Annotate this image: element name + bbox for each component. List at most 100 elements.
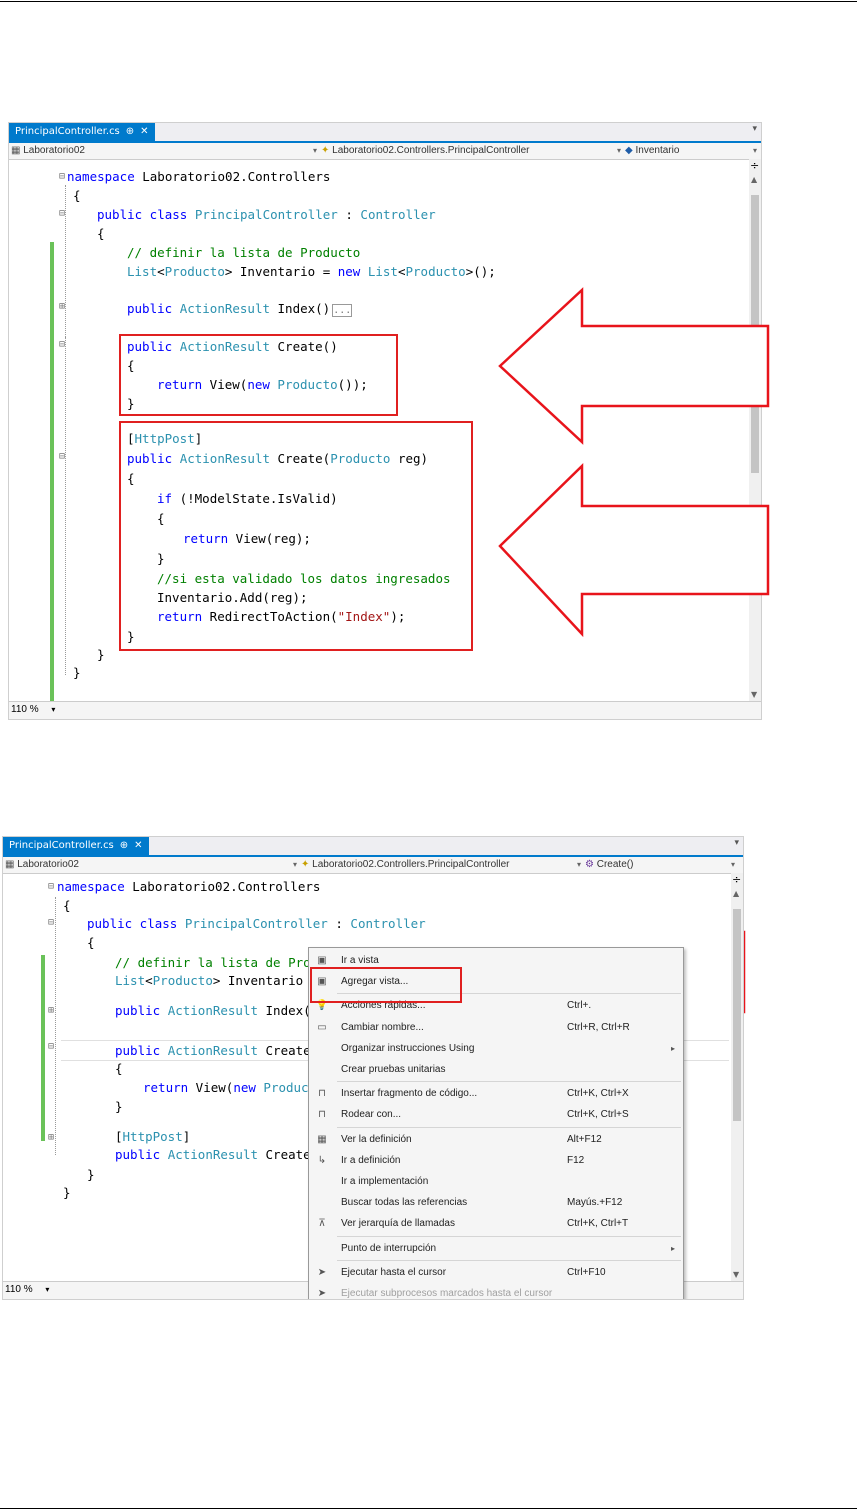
change-bar: [41, 955, 45, 1141]
goto-def-icon: ↳: [317, 1154, 327, 1166]
context-menu-item[interactable]: ⊓ Insertar fragmento de código... Ctrl+K, …: [309, 1083, 683, 1104]
member-label: Create(): [596, 859, 634, 870]
code-line: }: [115, 1097, 123, 1117]
menu-item-label: Cambiar nombre...: [341, 1021, 424, 1033]
project-label: Laboratorio02: [17, 859, 79, 870]
context-menu-item[interactable]: Ir a implementación: [309, 1171, 683, 1192]
pin-icon[interactable]: ⊕: [120, 840, 128, 851]
code-line: {: [87, 933, 95, 953]
document-tab-strip: PrincipalController.cs ⊕ ✕ ▾: [3, 837, 743, 857]
code-token: // definir la lista de Produ: [115, 955, 326, 970]
surround-icon: ⊓: [318, 1109, 326, 1121]
menu-item-shortcut: Ctrl+.: [567, 1000, 592, 1012]
context-menu-item[interactable]: ↳ Ir a definición F12: [309, 1150, 683, 1171]
menu-item-label: Ir a implementación: [341, 1176, 429, 1187]
code-line: }: [63, 1183, 71, 1203]
editor-screenshot-2: PrincipalController.cs ⊕ ✕ ▾ ▦ Laboratorio…: [2, 836, 744, 1300]
menu-separator: [337, 1235, 681, 1237]
method-icon: ⚙: [585, 859, 594, 870]
menu-separator: [337, 1126, 681, 1128]
context-menu-item[interactable]: Crear pruebas unitarias: [309, 1059, 683, 1080]
chevron-down-icon: ▾: [576, 860, 581, 869]
menu-item-label: Ver la definición: [341, 1133, 412, 1145]
code-token: HttpPost: [122, 1129, 183, 1144]
zoom-level: 110 %: [5, 1284, 33, 1295]
code-token: ActionResult: [167, 1147, 258, 1162]
vertical-scrollbar[interactable]: ÷ ▲ ▼: [731, 873, 743, 1281]
navigation-bar: ▦ Laboratorio02 ▾ ✦ Laboratorio02.Contro…: [3, 857, 743, 874]
menu-item-shortcut: Ctrl+F10: [567, 1266, 606, 1278]
submenu-arrow-icon: ▸: [670, 1243, 675, 1253]
code-line: public class PrincipalController : Contr…: [87, 914, 426, 934]
menu-item-shortcut: F12: [567, 1154, 585, 1166]
code-token: <: [145, 973, 153, 988]
code-line: public ActionResult Create(: [115, 1145, 318, 1165]
code-line: return View(new Producto: [143, 1078, 324, 1098]
code-token: Controller: [350, 916, 426, 931]
menu-item-label: Crear pruebas unitarias: [341, 1064, 446, 1075]
context-menu-item[interactable]: ➤ Ejecutar hasta el cursor Ctrl+F10: [309, 1262, 683, 1283]
code-line: // definir la lista de Produ: [115, 953, 326, 973]
menu-item-shortcut: Ctrl+K, Ctrl+X: [567, 1088, 629, 1100]
collapse-icon[interactable]: ⊟: [48, 881, 54, 892]
code-token: {: [87, 935, 95, 950]
code-token: public: [115, 1147, 161, 1162]
expand-icon[interactable]: ⊞: [48, 1005, 54, 1016]
context-menu-item[interactable]: ⊼ Ver jerarquía de llamadas Ctrl+K, Ctrl+T: [309, 1213, 683, 1234]
class-icon: ✦: [301, 859, 310, 870]
document-tab[interactable]: PrincipalController.cs ⊕ ✕: [3, 837, 149, 855]
code-line: public ActionResult Index(): [115, 1001, 318, 1021]
context-menu-item[interactable]: ▦ Ver la definición Alt+F12: [309, 1129, 683, 1150]
code-token: ActionResult: [167, 1003, 258, 1018]
code-token: {: [63, 898, 71, 913]
code-token: public: [115, 1043, 161, 1058]
code-token: [: [115, 1129, 123, 1144]
context-menu-item[interactable]: Organizar instrucciones Using ▸: [309, 1038, 683, 1059]
chevron-down-icon[interactable]: ▾: [734, 838, 739, 848]
collapse-icon[interactable]: ⊟: [48, 1041, 54, 1052]
scroll-down-icon[interactable]: ▼: [733, 1270, 739, 1279]
class-dropdown[interactable]: ✦ Laboratorio02.Controllers.PrincipalCon…: [301, 857, 581, 873]
menu-item-shortcut: Alt+F12: [567, 1133, 602, 1145]
menu-separator: [337, 1081, 681, 1083]
close-icon[interactable]: ✕: [134, 840, 142, 851]
code-token: ActionResult: [167, 1043, 258, 1058]
context-menu-item[interactable]: ⊓ Rodear con... Ctrl+K, Ctrl+S: [309, 1104, 683, 1125]
code-token: > Inventario =: [212, 973, 319, 988]
code-token: Laboratorio02.Controllers: [124, 879, 321, 894]
menu-item-label: Buscar todas las referencias: [341, 1197, 468, 1209]
chevron-down-icon: ▾: [730, 860, 735, 869]
scroll-up-icon[interactable]: ▲: [733, 889, 739, 898]
peek-icon: ▦: [317, 1133, 327, 1145]
menu-item-label: Ejecutar subprocesos marcados hasta el c…: [341, 1288, 553, 1299]
zoom-dropdown[interactable]: 110 % ▾: [5, 1282, 49, 1298]
code-line: public ActionResult Create(): [115, 1041, 326, 1061]
code-token: List: [115, 973, 146, 988]
context-menu-item[interactable]: ▭ Cambiar nombre... Ctrl+R, Ctrl+R: [309, 1017, 683, 1038]
code-token: public: [115, 1003, 161, 1018]
menu-item-label: Punto de interrupción: [341, 1242, 437, 1254]
context-menu-item[interactable]: Punto de interrupción ▸: [309, 1238, 683, 1259]
code-token: PrincipalController: [184, 916, 328, 931]
code-line: {: [63, 896, 71, 916]
code-line: namespace Laboratorio02.Controllers: [57, 877, 320, 897]
menu-item-shortcut: Ctrl+R, Ctrl+R: [567, 1021, 630, 1033]
code-token: ]: [182, 1129, 191, 1144]
scroll-thumb[interactable]: [733, 909, 741, 1121]
menu-item-label: Insertar fragmento de código...: [341, 1088, 478, 1100]
menu-item-shortcut: Ctrl+K, Ctrl+T: [567, 1218, 629, 1230]
project-dropdown[interactable]: ▦ Laboratorio02 ▾: [5, 857, 297, 873]
snippet-icon: ⊓: [318, 1088, 326, 1100]
code-token: View(: [188, 1080, 234, 1095]
code-token: }: [63, 1185, 71, 1200]
code-token: namespace: [57, 879, 125, 894]
member-dropdown[interactable]: ⚙ Create() ▾: [585, 857, 735, 873]
collapse-icon[interactable]: ⊟: [48, 917, 54, 928]
context-menu-item[interactable]: Buscar todas las referencias Mayús.+F12: [309, 1192, 683, 1213]
csharp-project-icon: ▦: [5, 859, 15, 870]
menu-item-label: Ir a definición: [341, 1154, 401, 1166]
expand-icon[interactable]: ⊞: [48, 1132, 54, 1143]
code-line: }: [87, 1165, 95, 1185]
split-icon[interactable]: ÷: [732, 873, 741, 886]
run-cursor-icon: ➤: [317, 1266, 327, 1278]
